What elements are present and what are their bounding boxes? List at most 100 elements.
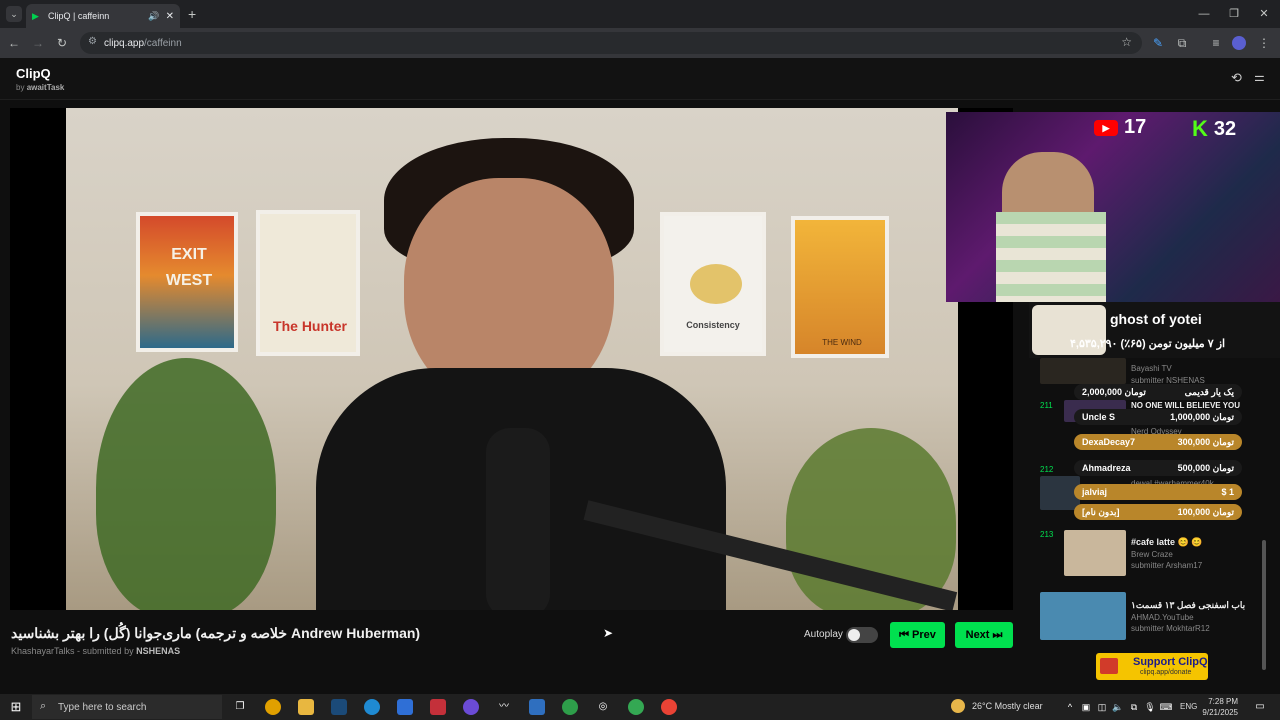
streamer-shirt — [996, 212, 1106, 302]
queue-number: 213 — [1040, 530, 1054, 539]
support-logo-icon — [1100, 658, 1118, 674]
reload-icon[interactable]: ↻ — [54, 35, 70, 51]
tray-icon[interactable]: ◫ — [1094, 699, 1110, 715]
window-close-icon[interactable]: ✕ — [1256, 6, 1272, 22]
keyboard-icon[interactable]: ⌨ — [1158, 699, 1174, 715]
youtube-icon: ▶ — [1094, 119, 1118, 136]
browser-menu-icon[interactable]: ⋮ — [1256, 35, 1272, 51]
donation-name: Ahmadreza — [1082, 463, 1131, 473]
prev-icon: ⏮ — [899, 628, 910, 641]
app-byline: by awaitTask — [16, 83, 64, 92]
forward-icon[interactable]: → — [30, 35, 46, 51]
back-icon[interactable]: ← — [6, 35, 22, 51]
edge-icon[interactable] — [364, 699, 380, 715]
support-label: Support ClipQ — [1133, 656, 1208, 668]
donation-amount: 500,000 تومان — [1177, 462, 1234, 473]
tray-chevron-icon[interactable]: ^ — [1062, 699, 1078, 715]
profile-avatar[interactable] — [1232, 36, 1246, 50]
file-explorer-icon[interactable] — [298, 699, 314, 715]
bookmark-star-icon[interactable]: ☆ — [1121, 35, 1132, 49]
search-icon: ⌕ — [40, 700, 47, 712]
youtube-viewers: ▶ 17 — [1094, 116, 1146, 139]
donation-name: [بدون نام] — [1082, 506, 1120, 517]
weather-icon — [951, 699, 965, 713]
clock[interactable]: 7:28 PM 9/21/2025 — [1200, 696, 1238, 718]
byline-author: awaitTask — [26, 83, 65, 92]
video-submitter: NSHENAS — [136, 646, 181, 656]
taskbar-search[interactable]: ⌕ Type here to search — [32, 695, 222, 719]
next-icon: ⏭ — [992, 628, 1003, 641]
poster-text: EXIT WEST — [165, 246, 213, 289]
next-label: Next — [965, 629, 990, 641]
queue-thumbnail[interactable] — [1040, 358, 1126, 384]
app-icon[interactable]: ◎ — [595, 699, 611, 715]
translate-extension-icon[interactable]: ✎ — [1150, 35, 1166, 51]
tab-search-icon[interactable]: ⌄ — [6, 6, 22, 22]
next-button[interactable]: Next ⏭ — [955, 622, 1013, 648]
support-url: clipq.app/donate — [1140, 669, 1192, 676]
poster-text: The Hunter — [273, 318, 347, 334]
address-bar[interactable]: ⚙ clipq.app/caffeinn ☆ — [80, 32, 1142, 54]
app-icon[interactable] — [463, 699, 479, 715]
volume-icon[interactable]: 🔈 — [1110, 699, 1126, 715]
media-controls-icon[interactable]: ≡ — [1208, 35, 1224, 51]
app-icon[interactable] — [430, 699, 446, 715]
donation-pill: 2,000,000 تومان یک یار قدیمی — [1074, 384, 1242, 400]
chrome-profile-icon[interactable] — [562, 699, 578, 715]
tray-icon[interactable]: ⧉ — [1126, 699, 1142, 715]
chrome-icon[interactable] — [265, 699, 281, 715]
history-icon[interactable]: ⟲ — [1231, 70, 1242, 86]
queue-number: 212 — [1040, 465, 1054, 474]
language-indicator[interactable]: ENG — [1180, 702, 1197, 711]
site-info-icon[interactable]: ⚙ — [88, 36, 97, 47]
donation-pill: DexaDecay7 300,000 تومان — [1074, 434, 1242, 450]
queue-channel: AHMAD.YouTube — [1131, 613, 1194, 622]
kick-count: 32 — [1213, 117, 1237, 140]
app-icon[interactable] — [397, 699, 413, 715]
waveform-icon[interactable]: 〰 — [496, 699, 512, 715]
microphone — [486, 428, 550, 610]
tray-icon[interactable]: ▣ — [1078, 699, 1094, 715]
queue-thumbnail[interactable] — [1064, 530, 1126, 576]
autoplay-toggle[interactable] — [846, 627, 878, 643]
restore-icon[interactable]: ❐ — [1226, 6, 1242, 22]
donation-pill: Ahmadreza 500,000 تومان — [1074, 460, 1242, 476]
settings-sliders-icon[interactable]: ⚌ — [1254, 70, 1265, 84]
browser-tab[interactable]: ▶ ClipQ | caffeinn 🔊 ✕ — [26, 4, 180, 28]
weather-text[interactable]: 26°C Mostly clear — [972, 701, 1043, 711]
poster-text: THE WIND — [822, 338, 862, 347]
tab-close-icon[interactable]: ✕ — [166, 11, 174, 22]
donation-pill: Uncle S 1,000,000 تومان — [1074, 409, 1242, 425]
new-tab-icon[interactable]: + — [188, 6, 202, 22]
donation-amount: $ 1 — [1221, 487, 1234, 497]
chrome-profile-icon[interactable] — [661, 699, 677, 715]
kick-icon: K — [1192, 116, 1208, 141]
donation-pill: [بدون نام] 100,000 تومان — [1074, 504, 1242, 520]
minimize-icon[interactable]: — — [1196, 6, 1212, 22]
video-frame[interactable]: EXIT WEST The Hunter Consistency THE WIN… — [66, 108, 958, 610]
queue-title[interactable]: #cafe latte 😊 😊 — [1131, 537, 1202, 548]
poster-consistency: Consistency — [660, 212, 766, 356]
clock-date: 9/21/2025 — [1202, 708, 1238, 717]
donation-amount: 100,000 تومان — [1177, 506, 1234, 517]
extensions-icon[interactable]: ⧉ — [1174, 35, 1190, 51]
play-favicon-icon: ▶ — [32, 11, 39, 21]
prev-button[interactable]: ⏮ Prev — [890, 622, 945, 648]
task-view-icon[interactable]: ❐ — [232, 699, 248, 715]
app-icon[interactable] — [529, 699, 545, 715]
chrome-profile-icon[interactable] — [628, 699, 644, 715]
speaker-icon[interactable]: 🔊 — [148, 11, 159, 22]
app-logo[interactable]: ClipQ — [16, 66, 51, 81]
queue-thumbnail[interactable] — [1040, 592, 1126, 640]
queue-title[interactable]: باب اسفنجی فصل ۱۳ قسمت۱ — [1131, 600, 1245, 611]
microphone-icon[interactable]: 🎙 — [1142, 699, 1158, 715]
plant-left — [96, 358, 276, 610]
queue-channel: Brew Craze — [1131, 550, 1173, 559]
notifications-icon[interactable]: ▭ — [1252, 699, 1268, 715]
steam-icon[interactable] — [331, 699, 347, 715]
windows-start-icon[interactable]: ⊞ — [8, 699, 24, 715]
queue-scrollbar[interactable] — [1262, 540, 1266, 670]
clock-time: 7:28 PM — [1208, 697, 1238, 706]
donation-name: یک یار قدیمی — [1184, 386, 1234, 397]
donation-name: Uncle S — [1082, 412, 1116, 422]
